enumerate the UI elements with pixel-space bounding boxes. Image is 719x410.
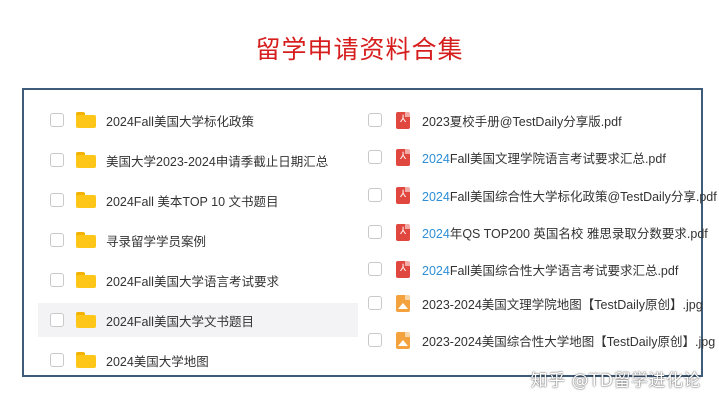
pdf-icon: ⅄: [396, 111, 410, 129]
row-checkbox[interactable]: [368, 150, 382, 164]
file-row[interactable]: ⅄ 2024Fall美国综合性大学标化政策@TestDaily分享.pdf: [368, 178, 717, 212]
file-name-rest: 年QS TOP200 英国名校 雅思录取分数要求.pdf: [449, 226, 708, 241]
folder-row[interactable]: 2024美国大学地图: [38, 343, 358, 377]
file-name-rest: 2023夏校手册@TestDaily分享版.pdf: [422, 114, 622, 129]
row-checkbox[interactable]: [368, 188, 382, 202]
image-icon: [396, 294, 410, 312]
folder-icon: [76, 312, 96, 328]
file-row[interactable]: 2023-2024美国文理学院地图【TestDaily原创】.jpg: [368, 286, 704, 320]
folder-name: 寻录留学学员案例: [106, 234, 207, 249]
folder-name: 2024Fall美国大学标化政策: [106, 114, 254, 129]
folder-icon: [76, 152, 96, 168]
file-name-rest: Fall美国综合性大学语言考试要求汇总.pdf: [449, 263, 679, 278]
file-name-year: 2024: [422, 263, 450, 278]
row-checkbox[interactable]: [368, 262, 382, 276]
row-checkbox[interactable]: [50, 353, 64, 367]
row-checkbox[interactable]: [50, 113, 64, 127]
file-name: 2023-2024美国综合性大学地图【TestDaily原创】.jpg: [422, 331, 715, 350]
folder-name: 2024Fall美国大学语言考试要求: [106, 274, 279, 289]
file-name: 2024Fall美国综合性大学语言考试要求汇总.pdf: [422, 260, 678, 279]
pdf-icon: ⅄: [396, 223, 410, 241]
pdf-icon: ⅄: [396, 148, 410, 166]
file-name-year: 2024: [422, 151, 450, 166]
file-browser-panel: 2024Fall美国大学标化政策美国大学2023-2024申请季截止日期汇总 20…: [22, 88, 717, 377]
folder-row[interactable]: 寻录留学学员案例: [38, 223, 358, 257]
file-name: 2024年QS TOP200 英国名校 雅思录取分数要求.pdf: [422, 223, 708, 242]
file-row[interactable]: ⅄ 2024Fall美国文理学院语言考试要求汇总.pdf: [368, 140, 704, 174]
row-checkbox[interactable]: [368, 225, 382, 239]
folder-icon: [76, 192, 96, 208]
folder-name: 美国大学2023-2024申请季截止日期汇总: [106, 154, 329, 169]
file-name-year: 2024: [422, 189, 450, 204]
file-row[interactable]: ⅄ 2024Fall美国综合性大学语言考试要求汇总.pdf: [368, 252, 704, 286]
row-checkbox[interactable]: [368, 333, 382, 347]
file-row[interactable]: ⅄ 2024年QS TOP200 英国名校 雅思录取分数要求.pdf: [368, 215, 708, 249]
file-name: 2024Fall美国综合性大学标化政策@TestDaily分享.pdf: [422, 186, 717, 205]
watermark: 知乎 @TD留学进化论: [530, 371, 701, 391]
folder-icon: [76, 352, 96, 368]
file-name: 2023夏校手册@TestDaily分享版.pdf: [422, 111, 622, 130]
row-checkbox[interactable]: [50, 273, 64, 287]
file-name: 2023-2024美国文理学院地图【TestDaily原创】.jpg: [422, 294, 703, 313]
folder-row[interactable]: 2024Fall 美本TOP 10 文书题目: [38, 183, 358, 217]
row-checkbox[interactable]: [368, 296, 382, 310]
folder-row[interactable]: 2024Fall美国大学语言考试要求: [38, 263, 358, 297]
file-row[interactable]: 2023-2024美国综合性大学地图【TestDaily原创】.jpg: [368, 323, 715, 357]
folder-icon: [76, 272, 96, 288]
folder-row[interactable]: 2024Fall美国大学文书题目: [38, 303, 358, 337]
file-name: 2024Fall美国文理学院语言考试要求汇总.pdf: [422, 148, 666, 167]
folder-name: 2024Fall美国大学文书题目: [106, 314, 254, 329]
row-checkbox[interactable]: [368, 113, 382, 127]
pdf-icon: ⅄: [396, 260, 410, 278]
row-checkbox[interactable]: [50, 233, 64, 247]
folder-icon: [76, 232, 96, 248]
folder-name: 2024美国大学地图: [106, 354, 209, 369]
row-checkbox[interactable]: [50, 313, 64, 327]
folder-name: 2024Fall 美本TOP 10 文书题目: [106, 194, 279, 209]
pdf-icon: ⅄: [396, 186, 410, 204]
page-title: 留学申请资料合集: [255, 35, 464, 64]
folder-icon: [76, 112, 96, 128]
file-name-year: 2024: [422, 226, 450, 241]
row-checkbox[interactable]: [50, 153, 64, 167]
row-checkbox[interactable]: [50, 193, 64, 207]
file-name-rest: Fall美国文理学院语言考试要求汇总.pdf: [449, 151, 666, 166]
file-name-rest: 2023-2024美国综合性大学地图【TestDaily原创】.jpg: [422, 334, 716, 349]
folder-row[interactable]: 2024Fall美国大学标化政策: [38, 103, 358, 137]
image-icon: [396, 331, 410, 349]
file-name-rest: 2023-2024美国文理学院地图【TestDaily原创】.jpg: [422, 297, 703, 312]
file-name-rest: Fall美国综合性大学标化政策@TestDaily分享.pdf: [449, 189, 717, 204]
file-row[interactable]: ⅄ 2023夏校手册@TestDaily分享版.pdf: [368, 103, 704, 137]
folder-row[interactable]: 美国大学2023-2024申请季截止日期汇总: [38, 143, 358, 177]
